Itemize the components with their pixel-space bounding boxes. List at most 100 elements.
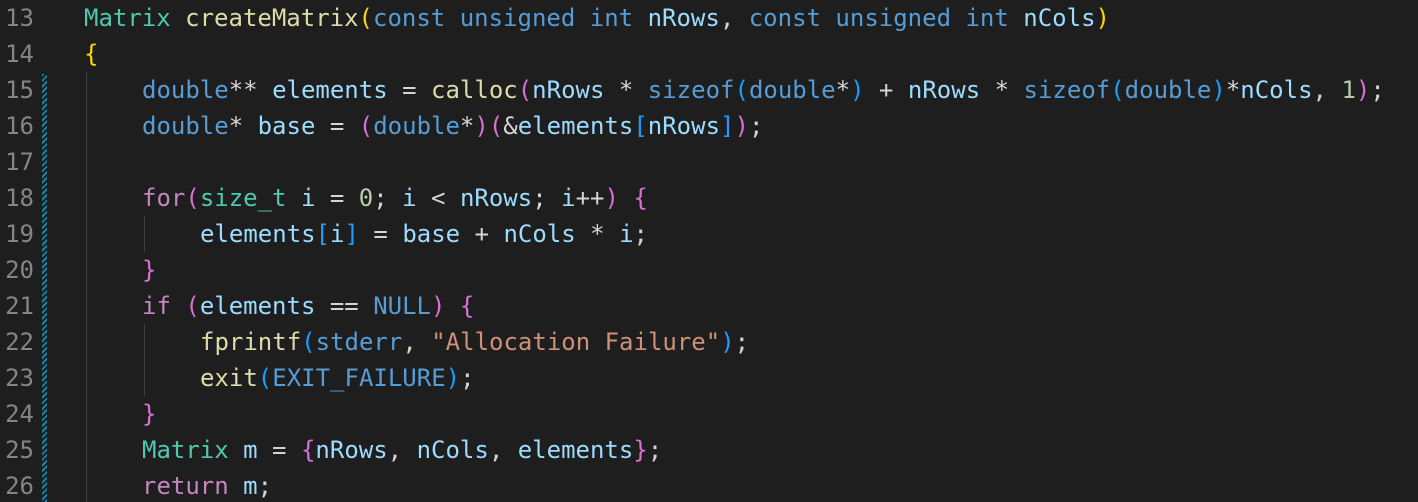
code-token: nRows	[315, 436, 388, 464]
code-token: size_t	[199, 184, 287, 212]
code-line[interactable]: if (elements == NULL) {	[142, 288, 474, 324]
code-token: *	[1225, 76, 1241, 104]
code-line[interactable]: return m;	[142, 468, 272, 502]
code-token: ;	[257, 472, 273, 500]
code-line[interactable]: fprintf(stderr, "Allocation Failure");	[200, 324, 749, 360]
code-line[interactable]: }	[142, 396, 156, 432]
code-token: m	[243, 436, 258, 464]
code-token: m	[243, 472, 258, 500]
code-token: calloc	[431, 76, 518, 104]
code-token: ;	[373, 184, 403, 212]
code-token: ==	[315, 292, 374, 320]
code-line[interactable]: exit(EXIT_FAILURE);	[200, 360, 475, 396]
code-token: ;	[633, 220, 648, 248]
code-line[interactable]: elements[i] = base + nCols * i;	[200, 216, 648, 252]
indent-guide	[144, 216, 145, 252]
code-token: i	[619, 220, 634, 248]
code-token: (	[734, 76, 749, 104]
code-token: i	[561, 184, 576, 212]
code-token: elements	[272, 76, 388, 104]
code-token: nRows	[532, 76, 605, 104]
code-token: const	[748, 4, 821, 32]
code-token: i	[300, 184, 316, 212]
code-token: double	[142, 76, 229, 104]
code-token: base	[402, 220, 461, 248]
line-number: 13	[5, 4, 34, 32]
code-token: (	[185, 292, 200, 320]
code-token: nRows	[907, 76, 981, 104]
code-token: )	[474, 112, 489, 140]
line-number: 20	[5, 256, 34, 284]
code-area[interactable]: Matrix createMatrix ( const unsigned int n…	[84, 0, 1414, 502]
code-token: int	[589, 4, 634, 32]
code-token: nCols	[503, 220, 576, 248]
code-token: createMatrix	[185, 4, 359, 32]
code-token: int	[965, 4, 1009, 32]
line-number: 26	[5, 472, 34, 500]
indent-guide	[144, 324, 145, 396]
line-number: 23	[5, 364, 34, 392]
code-line[interactable]: double** elements = calloc(nRows * sizeo…	[142, 72, 1385, 108]
code-line[interactable]: {	[84, 36, 98, 72]
code-token: )	[734, 112, 749, 140]
code-token: base	[257, 112, 316, 140]
code-token: *	[575, 220, 620, 248]
code-token: (	[1110, 76, 1125, 104]
code-line[interactable]: for(size_t i = 0; i < nRows; i++) {	[142, 180, 648, 216]
indent-guide	[86, 72, 87, 502]
line-number: 18	[5, 184, 34, 212]
code-token: if	[142, 292, 171, 320]
code-token: (	[517, 76, 533, 104]
code-token: elements	[517, 436, 634, 464]
code-token: double	[1124, 76, 1212, 104]
code-token: nRows	[459, 184, 533, 212]
code-editor[interactable]: 13 14 15 16 17 18 19 20 21 22 23 24 25 26 Matrix crea…	[0, 0, 1418, 502]
code-token: return	[142, 472, 229, 500]
code-token: unsigned	[459, 4, 576, 32]
code-token: )	[720, 328, 735, 356]
code-token: fprintf	[200, 328, 302, 356]
code-token: {	[459, 292, 475, 320]
code-line[interactable]: double* base = (double*)(&elements[nRows…	[142, 108, 763, 144]
code-token: ;	[532, 184, 562, 212]
code-token: double	[373, 112, 460, 140]
code-token: exit	[200, 364, 258, 392]
code-token: i	[330, 220, 345, 248]
line-number: 25	[5, 436, 34, 464]
code-token: Matrix	[84, 4, 171, 32]
code-token: ;	[748, 112, 764, 140]
code-line[interactable]: }	[142, 252, 156, 288]
code-token: ;	[734, 328, 750, 356]
line-number: 24	[5, 400, 34, 428]
code-token: nRows	[647, 112, 721, 140]
code-token: (	[488, 112, 504, 140]
code-token: nCols	[1240, 76, 1313, 104]
code-token: &	[503, 112, 518, 140]
code-token: 0	[358, 184, 374, 212]
code-token: )	[1355, 76, 1371, 104]
code-token: double	[142, 112, 229, 140]
code-line[interactable]: Matrix createMatrix(const unsigned int n…	[84, 0, 1110, 36]
code-token: =	[315, 184, 359, 212]
code-token: )	[1095, 4, 1110, 32]
modified-lines-indicator	[42, 74, 47, 502]
code-token: *	[835, 76, 851, 104]
line-number: 14	[5, 40, 34, 68]
code-token: =	[257, 436, 301, 464]
code-token: <	[416, 184, 460, 212]
code-token: elements	[517, 112, 634, 140]
code-token: (	[257, 364, 273, 392]
code-token: =	[358, 220, 403, 248]
code-token: ,	[488, 436, 518, 464]
code-line[interactable]: Matrix m = {nRows, nCols, elements};	[142, 432, 662, 468]
code-token: ,	[719, 4, 749, 32]
code-token: unsigned	[835, 4, 952, 32]
